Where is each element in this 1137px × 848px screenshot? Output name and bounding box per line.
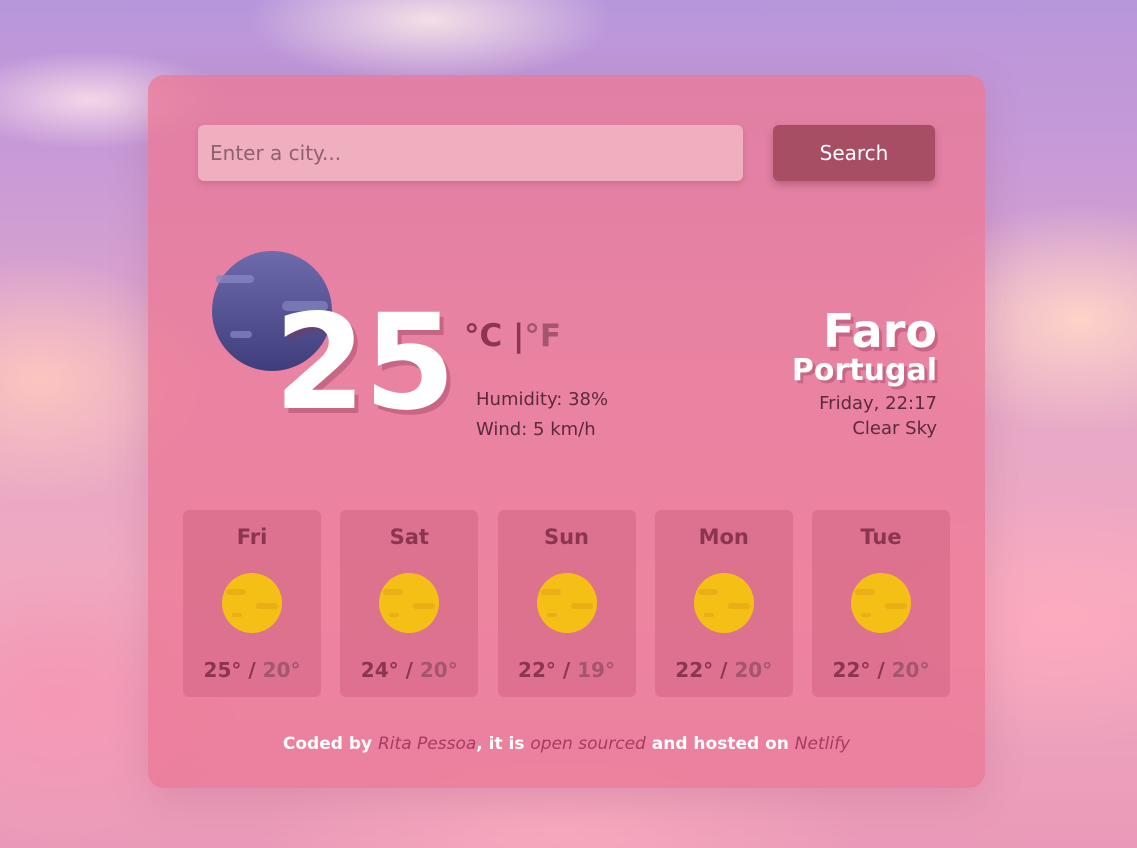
forecast-list: Fri 25° / 20° Sat 24° / 20° Sun 22° / 19… [183,510,950,697]
forecast-day-sat: Sat 24° / 20° [340,510,479,697]
forecast-separator: / [713,658,735,682]
forecast-max: 22° [675,658,714,682]
city-search-input[interactable] [198,125,743,181]
forecast-separator: / [398,658,420,682]
forecast-day-name: Fri [236,525,268,549]
celsius-link[interactable]: °C [464,318,502,354]
current-temperature: 25 [274,286,456,440]
footer-text: Coded by [282,734,378,754]
humidity-text: Humidity: 38% [476,389,609,410]
forecast-day-name: Sat [389,525,429,549]
forecast-day-sun: Sun 22° / 19° [497,510,636,697]
forecast-separator: / [241,658,263,682]
city-name: Faro [822,304,937,358]
forecast-temps: 24° / 20° [340,658,478,682]
forecast-temps: 22° / 20° [812,658,950,682]
footer-text: and hosted on [645,734,795,754]
open-source-link[interactable]: open sourced [530,734,645,754]
wind-text: Wind: 5 km/h [476,419,596,440]
forecast-max: 24° [360,658,399,682]
forecast-min: 20° [262,658,301,682]
forecast-day-fri: Fri 25° / 20° [183,510,321,697]
date-time: Friday, 22:17 [819,392,937,414]
search-button[interactable]: Search [773,125,935,181]
forecast-day-tue: Tue 22° / 20° [812,510,950,697]
forecast-day-mon: Mon 22° / 20° [654,510,793,697]
forecast-min: 20° [734,658,773,682]
netlify-link[interactable]: Netlify [795,734,850,754]
unit-separator: | [502,318,525,354]
forecast-max: 22° [518,658,556,682]
current-details: Humidity: 38% Wind: 5 km/h [476,385,608,445]
weather-condition: Clear Sky [852,417,937,439]
forecast-day-name: Mon [698,525,749,549]
forecast-separator: / [555,658,578,682]
location-block: Faro Portugal Friday, 22:17 Clear Sky [792,307,937,441]
forecast-temps: 22° / 19° [498,658,636,682]
footer-credits: Coded by Rita Pessoa, it is open sourced… [148,734,985,754]
sun-icon [693,573,754,633]
forecast-temps: 25° / 20° [183,658,321,682]
forecast-min: 20° [419,658,458,682]
forecast-separator: / [870,658,892,682]
forecast-day-name: Tue [860,525,902,549]
fahrenheit-link[interactable]: °F [524,318,561,354]
forecast-max: 22° [832,658,871,682]
forecast-min: 20° [891,658,930,682]
forecast-day-name: Sun [543,525,590,549]
weather-card: Search 25 °C |°F Humidity: 38% Wind: 5 k… [148,75,985,788]
sun-icon [379,573,440,633]
author-link[interactable]: Rita Pessoa [378,734,476,754]
forecast-temps: 22° / 20° [655,658,793,682]
footer-text: , it is [476,734,531,754]
forecast-min: 19° [577,658,615,682]
sun-icon [851,573,911,633]
country-name: Portugal [791,353,937,389]
sun-icon [222,573,282,633]
unit-toggle: °C |°F [464,318,561,354]
sun-icon [536,573,597,633]
forecast-max: 25° [203,658,242,682]
